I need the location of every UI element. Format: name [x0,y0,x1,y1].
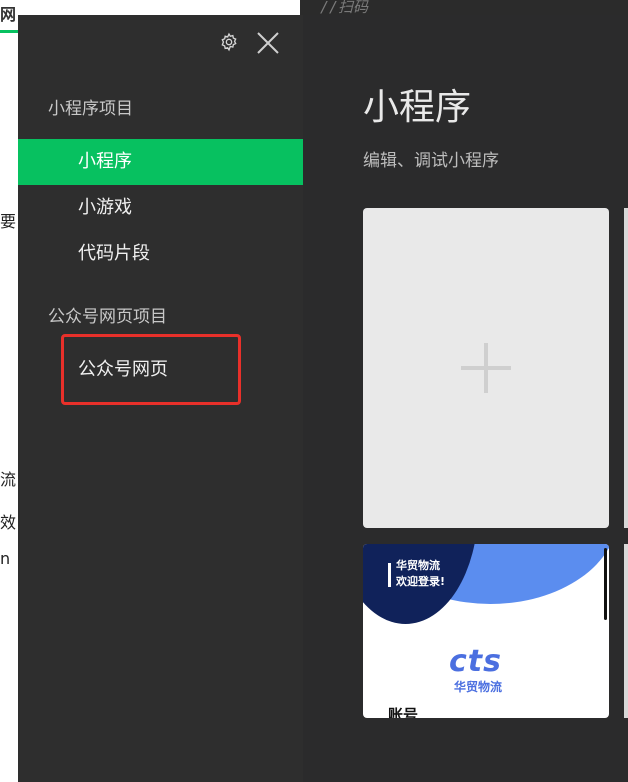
gear-icon[interactable] [219,32,239,52]
background-text-fragment: 效 [0,513,17,532]
thumb-cut-text: 账号 [388,706,419,718]
page-subtitle: 编辑、调试小程序 [363,151,499,171]
sidebar-item-minigame[interactable]: 小游戏 [18,185,303,231]
thumb-title-line2: 欢迎登录! [396,575,446,588]
background-tab-underline [0,30,18,33]
sidebar-item-miniprogram[interactable]: 小程序 [18,139,303,185]
background-text-fragment: n [0,549,11,568]
thumb-title-line1: 华贸物流 [396,559,440,572]
section-title-official-account-projects: 公众号网页项目 [48,307,167,327]
background-text-fragment: 要 [0,212,17,231]
thumb-logo: cts [449,644,502,679]
thumb-accent-bar [388,563,391,587]
close-icon[interactable] [255,30,281,56]
project-card-partial[interactable] [624,544,628,718]
thumb-logo-subtitle: 华贸物流 [454,680,503,694]
project-card-partial[interactable] [624,208,628,528]
background-text-fragment: 流 [0,470,17,489]
sidebar-item-code-snippet[interactable]: 代码片段 [18,231,303,277]
project-card[interactable]: 华贸物流 欢迎登录! cts 华贸物流 账号 [363,544,609,718]
page-title: 小程序 [363,87,472,128]
plus-icon [461,343,511,393]
background-tab-label: 网 [0,5,17,24]
section-title-miniprogram-projects: 小程序项目 [48,99,133,119]
highlight-annotation-box [61,334,241,405]
card-scrollbar[interactable] [604,548,607,620]
new-project-card[interactable] [363,208,609,528]
